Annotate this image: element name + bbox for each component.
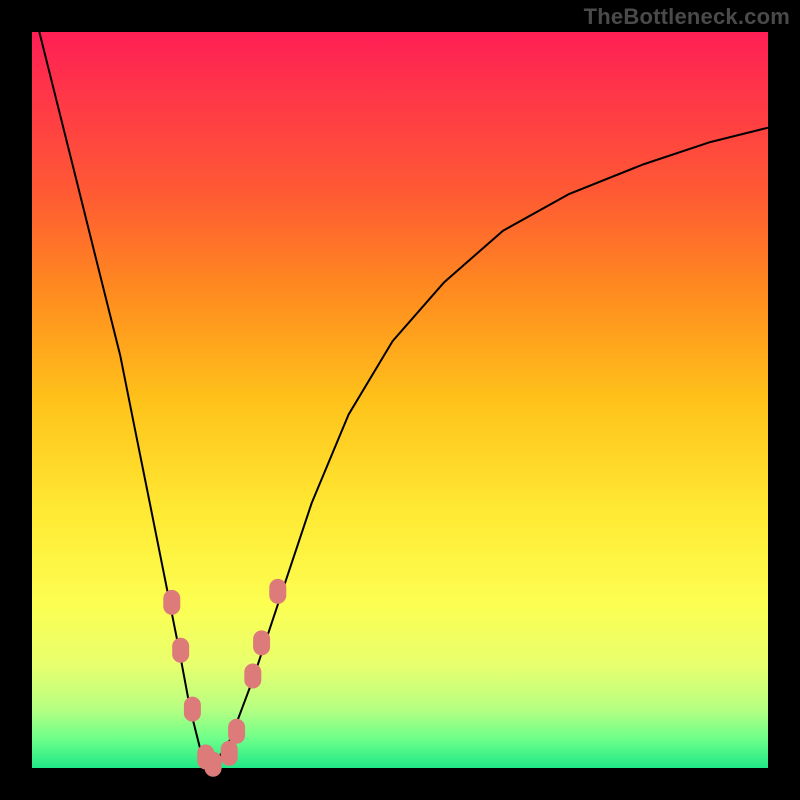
highlight-marker — [221, 741, 237, 765]
curve-path — [32, 3, 768, 768]
highlight-marker — [184, 697, 200, 721]
highlight-marker — [164, 590, 180, 614]
chart-svg — [32, 32, 768, 768]
plot-area — [32, 32, 768, 768]
highlight-marker — [245, 664, 261, 688]
outer-frame: TheBottleneck.com — [0, 0, 800, 800]
highlight-marker — [205, 752, 221, 776]
highlight-marker — [229, 719, 245, 743]
highlight-marker — [270, 579, 286, 603]
highlight-marker — [254, 631, 270, 655]
watermark-text: TheBottleneck.com — [584, 4, 790, 30]
highlight-marker — [173, 638, 189, 662]
